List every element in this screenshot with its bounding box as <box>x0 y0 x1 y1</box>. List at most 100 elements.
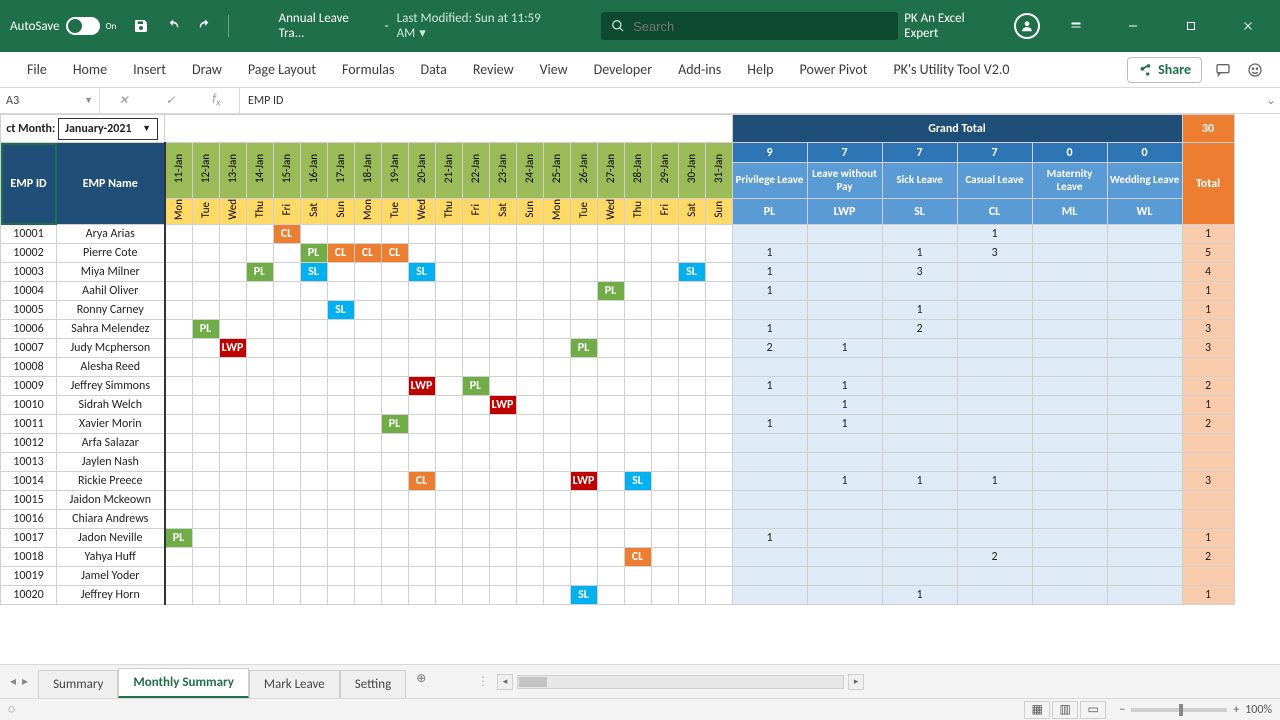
row-total-CL[interactable] <box>957 320 1032 339</box>
emp-id-cell[interactable]: 10005 <box>1 301 57 320</box>
day-cell[interactable] <box>570 263 597 282</box>
day-cell[interactable] <box>435 358 462 377</box>
day-cell[interactable] <box>543 567 570 586</box>
row-total-ML[interactable] <box>1032 244 1107 263</box>
expand-formula-icon[interactable]: ⌄ <box>1262 88 1280 113</box>
row-total-PL[interactable]: 1 <box>732 529 807 548</box>
day-cell[interactable] <box>246 434 273 453</box>
row-total-LWP[interactable] <box>807 586 882 605</box>
day-cell[interactable] <box>435 491 462 510</box>
day-cell[interactable] <box>408 415 435 434</box>
row-total-all[interactable]: 1 <box>1182 396 1234 415</box>
day-cell[interactable] <box>273 339 300 358</box>
day-cell[interactable] <box>543 282 570 301</box>
day-cell[interactable] <box>381 453 408 472</box>
day-cell[interactable] <box>300 434 327 453</box>
day-cell[interactable] <box>300 453 327 472</box>
day-cell[interactable] <box>651 377 678 396</box>
hscroll-left-icon[interactable]: ◂ <box>497 674 513 690</box>
emp-id-cell[interactable]: 10018 <box>1 548 57 567</box>
emp-name-cell[interactable]: Jeffrey Horn <box>57 586 165 605</box>
day-cell[interactable] <box>246 548 273 567</box>
sheet-tab-mark-leave[interactable]: Mark Leave <box>249 670 340 698</box>
ribbon-tab-insert[interactable]: Insert <box>120 52 179 87</box>
day-cell[interactable] <box>273 491 300 510</box>
day-cell[interactable] <box>300 529 327 548</box>
ribbon-tab-review[interactable]: Review <box>460 52 527 87</box>
day-cell[interactable] <box>624 415 651 434</box>
row-total-CL[interactable] <box>957 377 1032 396</box>
row-total-CL[interactable]: 3 <box>957 244 1032 263</box>
row-total-LWP[interactable] <box>807 434 882 453</box>
day-cell[interactable] <box>246 377 273 396</box>
emp-id-cell[interactable]: 10020 <box>1 586 57 605</box>
day-cell[interactable] <box>489 491 516 510</box>
day-cell[interactable] <box>651 586 678 605</box>
day-cell[interactable] <box>435 586 462 605</box>
day-cell[interactable] <box>381 377 408 396</box>
leave-chip-LWP[interactable]: LWP <box>219 339 246 358</box>
day-cell[interactable] <box>165 567 193 586</box>
day-cell[interactable] <box>165 396 193 415</box>
day-cell[interactable] <box>354 491 381 510</box>
row-total-SL[interactable]: 1 <box>882 301 957 320</box>
day-cell[interactable] <box>678 548 705 567</box>
day-cell[interactable] <box>435 225 462 244</box>
day-cell[interactable] <box>678 282 705 301</box>
row-total-WL[interactable] <box>1107 548 1182 567</box>
day-cell[interactable] <box>624 377 651 396</box>
day-cell[interactable] <box>597 396 624 415</box>
day-cell[interactable] <box>219 586 246 605</box>
row-total-ML[interactable] <box>1032 301 1107 320</box>
row-total-LWP[interactable] <box>807 320 882 339</box>
day-cell[interactable] <box>381 567 408 586</box>
tab-nav-prev-icon[interactable]: ▸ <box>22 674 28 689</box>
leave-chip-SL[interactable]: SL <box>300 263 327 282</box>
ribbon-tab-power-pivot[interactable]: Power Pivot <box>787 52 881 87</box>
day-cell[interactable] <box>300 472 327 491</box>
day-cell[interactable] <box>192 434 219 453</box>
row-total-PL[interactable]: 2 <box>732 339 807 358</box>
day-cell[interactable] <box>192 339 219 358</box>
day-cell[interactable] <box>192 567 219 586</box>
view-pagebreak-icon[interactable]: ▭ <box>1080 701 1106 719</box>
day-cell[interactable] <box>165 415 193 434</box>
day-cell[interactable] <box>273 472 300 491</box>
row-total-SL[interactable] <box>882 434 957 453</box>
day-cell[interactable] <box>705 301 732 320</box>
row-total-LWP[interactable] <box>807 301 882 320</box>
day-cell[interactable] <box>300 301 327 320</box>
day-cell[interactable] <box>435 263 462 282</box>
day-cell[interactable] <box>327 263 354 282</box>
day-cell[interactable] <box>408 491 435 510</box>
leave-chip-PL[interactable]: PL <box>165 529 193 548</box>
day-cell[interactable] <box>381 586 408 605</box>
hscroll-thumb[interactable] <box>519 677 547 687</box>
emp-id-cell[interactable]: 10007 <box>1 339 57 358</box>
day-cell[interactable] <box>408 320 435 339</box>
day-cell[interactable] <box>570 225 597 244</box>
day-cell[interactable] <box>327 320 354 339</box>
day-cell[interactable] <box>678 453 705 472</box>
hscroll-right-icon[interactable]: ▸ <box>848 674 864 690</box>
emp-name-cell[interactable]: Jeffrey Simmons <box>57 377 165 396</box>
row-total-all[interactable] <box>1182 567 1234 586</box>
row-total-LWP[interactable] <box>807 567 882 586</box>
row-total-PL[interactable] <box>732 491 807 510</box>
day-cell[interactable] <box>381 358 408 377</box>
day-cell[interactable] <box>651 301 678 320</box>
day-cell[interactable] <box>543 491 570 510</box>
row-total-all[interactable]: 1 <box>1182 586 1234 605</box>
day-cell[interactable] <box>381 301 408 320</box>
day-cell[interactable] <box>327 358 354 377</box>
share-button[interactable]: Share <box>1127 57 1202 83</box>
row-total-ML[interactable] <box>1032 415 1107 434</box>
row-total-CL[interactable] <box>957 434 1032 453</box>
leave-chip-CL[interactable]: CL <box>624 548 651 567</box>
day-cell[interactable] <box>570 320 597 339</box>
day-cell[interactable] <box>381 434 408 453</box>
day-cell[interactable] <box>570 529 597 548</box>
row-total-ML[interactable] <box>1032 282 1107 301</box>
emp-id-cell[interactable]: 10003 <box>1 263 57 282</box>
day-cell[interactable] <box>192 225 219 244</box>
